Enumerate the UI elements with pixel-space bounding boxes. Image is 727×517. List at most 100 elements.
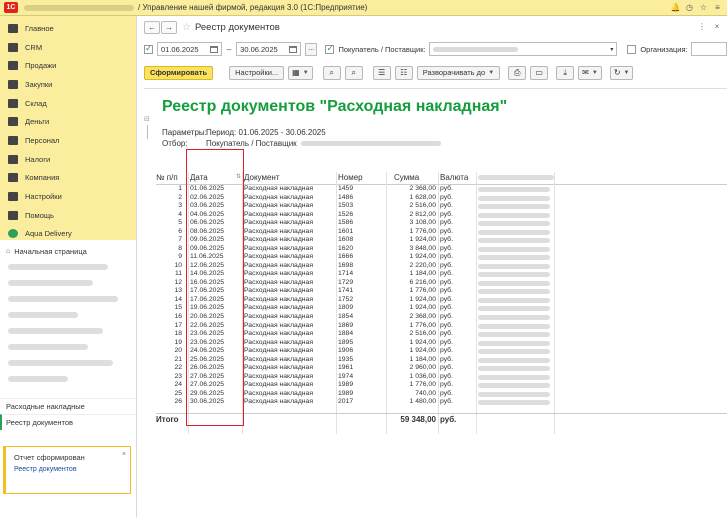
table-row[interactable]: 15 19.06.2025 Расходная накладная 1809 1 924… <box>156 304 727 313</box>
group-button[interactable]: ☰ <box>372 65 391 80</box>
variant-button[interactable]: ▦ ▼ <box>288 65 313 80</box>
send-button[interactable]: ✉ ▼ <box>578 65 602 80</box>
forward-button[interactable]: → <box>161 21 177 34</box>
cell-sum: 2 368,00 <box>409 185 436 192</box>
counterparty-checkbox[interactable] <box>325 43 335 54</box>
cell-doc: Расходная накладная <box>244 295 314 303</box>
ungroup-button[interactable]: ☷ <box>394 65 413 80</box>
cell-number: 1752 <box>338 295 354 303</box>
section-item[interactable]: Закупки <box>0 75 136 94</box>
close-window-icon[interactable]: × <box>711 21 723 33</box>
table-row[interactable]: 19 23.06.2025 Расходная накладная 1895 1 924… <box>156 339 727 348</box>
table-row[interactable]: 6 08.06.2025 Расходная накладная 1601 1 776,… <box>156 228 727 237</box>
col-sum[interactable]: Сумма <box>394 173 419 182</box>
col-date[interactable]: Дата <box>190 173 208 182</box>
menu-icon[interactable]: ≡ <box>712 2 723 13</box>
generate-button[interactable]: Сформировать <box>144 65 214 80</box>
period-checkbox[interactable] <box>144 43 153 54</box>
col-n[interactable]: № п/п <box>156 173 178 182</box>
sidebar: Главное CRM Продажи Закупки Склад Деньги Персо… <box>0 16 137 517</box>
section-item[interactable]: CRM <box>0 38 136 57</box>
table-row[interactable]: 7 09.06.2025 Расходная накладная 1608 1 924,… <box>156 236 727 245</box>
history-icon[interactable]: ◷ <box>684 2 695 13</box>
date-to-field[interactable]: 30.06.2025 <box>236 42 301 56</box>
table-row[interactable]: 3 03.06.2025 Расходная накладная 1503 2 516,… <box>156 202 727 211</box>
open-window-document-register[interactable]: Реестр документов <box>0 414 136 430</box>
cell-number: 1809 <box>338 304 354 312</box>
table-row[interactable]: 16 20.06.2025 Расходная накладная 1854 2 368… <box>156 313 727 322</box>
table-row[interactable]: 18 23.06.2025 Расходная накладная 1884 2 516… <box>156 330 727 339</box>
favorite-star-icon[interactable]: ☆ <box>182 22 191 33</box>
table-row[interactable]: 26 30.06.2025 Расходная накладная 2017 1 480… <box>156 398 727 407</box>
col-number[interactable]: Номер <box>338 173 363 182</box>
star-icon[interactable]: ☆ <box>698 2 709 13</box>
more-icon[interactable]: ⋮ <box>696 21 708 33</box>
settings-button[interactable]: Настройки... <box>229 65 285 80</box>
calendar-icon[interactable] <box>288 45 297 53</box>
cell-cur: руб. <box>440 389 453 397</box>
table-row[interactable]: 22 26.06.2025 Расходная накладная 1961 2 960… <box>156 364 727 373</box>
cell-n: 2 <box>178 193 182 201</box>
section-item[interactable]: Налоги <box>0 150 136 169</box>
filter-row: 01.06.2025 – 30.06.2025 ... Покупатель /… <box>144 42 727 56</box>
section-item[interactable]: Склад <box>0 94 136 113</box>
open-window-outgoing-invoices[interactable]: Расходные накладные <box>0 398 136 414</box>
more-actions-button[interactable]: ↻ ▼ <box>609 65 634 80</box>
table-row[interactable]: 4 04.06.2025 Расходная накладная 1526 2 812,… <box>156 211 727 220</box>
cell-doc: Расходная накладная <box>244 270 314 278</box>
cell-doc: Расходная накладная <box>244 364 314 372</box>
save-button[interactable]: ⤓ <box>556 65 575 80</box>
cell-doc: Расходная накладная <box>244 355 314 363</box>
section-item[interactable]: Персонал <box>0 131 136 150</box>
expand-to-button[interactable]: Разворачивать до ▼ <box>416 65 501 80</box>
section-item[interactable]: Настройки <box>0 187 136 206</box>
col-currency[interactable]: Валюта <box>440 173 468 182</box>
table-row[interactable]: 17 22.06.2025 Расходная накладная 1869 1 776… <box>156 322 727 331</box>
back-button[interactable]: ← <box>144 21 160 34</box>
table-row[interactable]: 25 29.06.2025 Расходная накладная 1989 740,0… <box>156 390 727 399</box>
organization-checkbox[interactable] <box>627 44 637 54</box>
cell-date: 08.06.2025 <box>190 227 225 235</box>
preview-button[interactable]: ▭ <box>530 65 549 80</box>
table-row[interactable]: 23 27.06.2025 Расходная накладная 1974 1 036… <box>156 373 727 382</box>
close-icon[interactable]: × <box>122 451 126 458</box>
print-button[interactable]: ⎙ <box>508 65 527 80</box>
table-row[interactable]: 11 14.06.2025 Расходная накладная 1714 1 184… <box>156 270 727 279</box>
section-item[interactable]: Компания <box>0 169 136 188</box>
search-button[interactable]: ⌕ <box>322 65 341 80</box>
section-item[interactable]: Продажи <box>0 56 136 75</box>
cell-number: 1741 <box>338 287 354 295</box>
cell-n: 25 <box>174 389 182 397</box>
table-row[interactable]: 24 27.06.2025 Расходная накладная 1989 1 776… <box>156 381 727 390</box>
period-select-button[interactable]: ... <box>304 42 318 56</box>
calendar-icon[interactable] <box>209 45 218 53</box>
date-from-field[interactable]: 01.06.2025 <box>157 42 222 56</box>
search-settings-button[interactable]: ⌕ <box>344 65 363 80</box>
table-row[interactable]: 21 25.06.2025 Расходная накладная 1935 1 184… <box>156 356 727 365</box>
cell-cur: руб. <box>440 312 453 320</box>
table-row[interactable]: 9 11.06.2025 Расходная накладная 1666 1 924,… <box>156 253 727 262</box>
notifications-icon[interactable]: 🔔 <box>670 2 681 13</box>
organization-field[interactable] <box>690 42 727 56</box>
cell-doc: Расходная накладная <box>244 244 314 252</box>
table-row[interactable]: 2 02.06.2025 Расходная накладная 1486 1 628,… <box>156 194 727 203</box>
notification-link[interactable]: Реестр документов <box>14 466 122 473</box>
table-row[interactable]: 20 24.06.2025 Расходная накладная 1906 1 924… <box>156 347 727 356</box>
section-item[interactable]: Помощь <box>0 206 136 225</box>
counterparty-field[interactable]: ▾ <box>428 42 618 56</box>
money-icon <box>8 117 18 127</box>
section-item[interactable]: Деньги <box>0 112 136 131</box>
home-page-link[interactable]: ⌂ Начальная страница <box>0 244 136 258</box>
cell-counterparty-blurred <box>478 238 550 244</box>
table-row[interactable]: 5 06.06.2025 Расходная накладная 1586 3 108,… <box>156 219 727 228</box>
table-row[interactable]: 1 01.06.2025 Расходная накладная 1459 2 368,… <box>156 185 727 194</box>
group-collapse-icon[interactable]: ⊟ <box>144 115 150 123</box>
section-item[interactable]: Главное <box>0 19 136 38</box>
col-document[interactable]: Документ <box>244 173 280 182</box>
chevron-down-icon[interactable]: ▾ <box>610 46 613 53</box>
cell-cur: руб. <box>440 338 453 346</box>
table-row[interactable]: 13 17.06.2025 Расходная накладная 1741 1 776… <box>156 287 727 296</box>
table-row[interactable]: 8 09.06.2025 Расходная накладная 1620 3 848,… <box>156 245 727 254</box>
cell-cur: руб. <box>440 236 453 244</box>
section-item[interactable]: Aqua Delivery <box>0 225 136 244</box>
